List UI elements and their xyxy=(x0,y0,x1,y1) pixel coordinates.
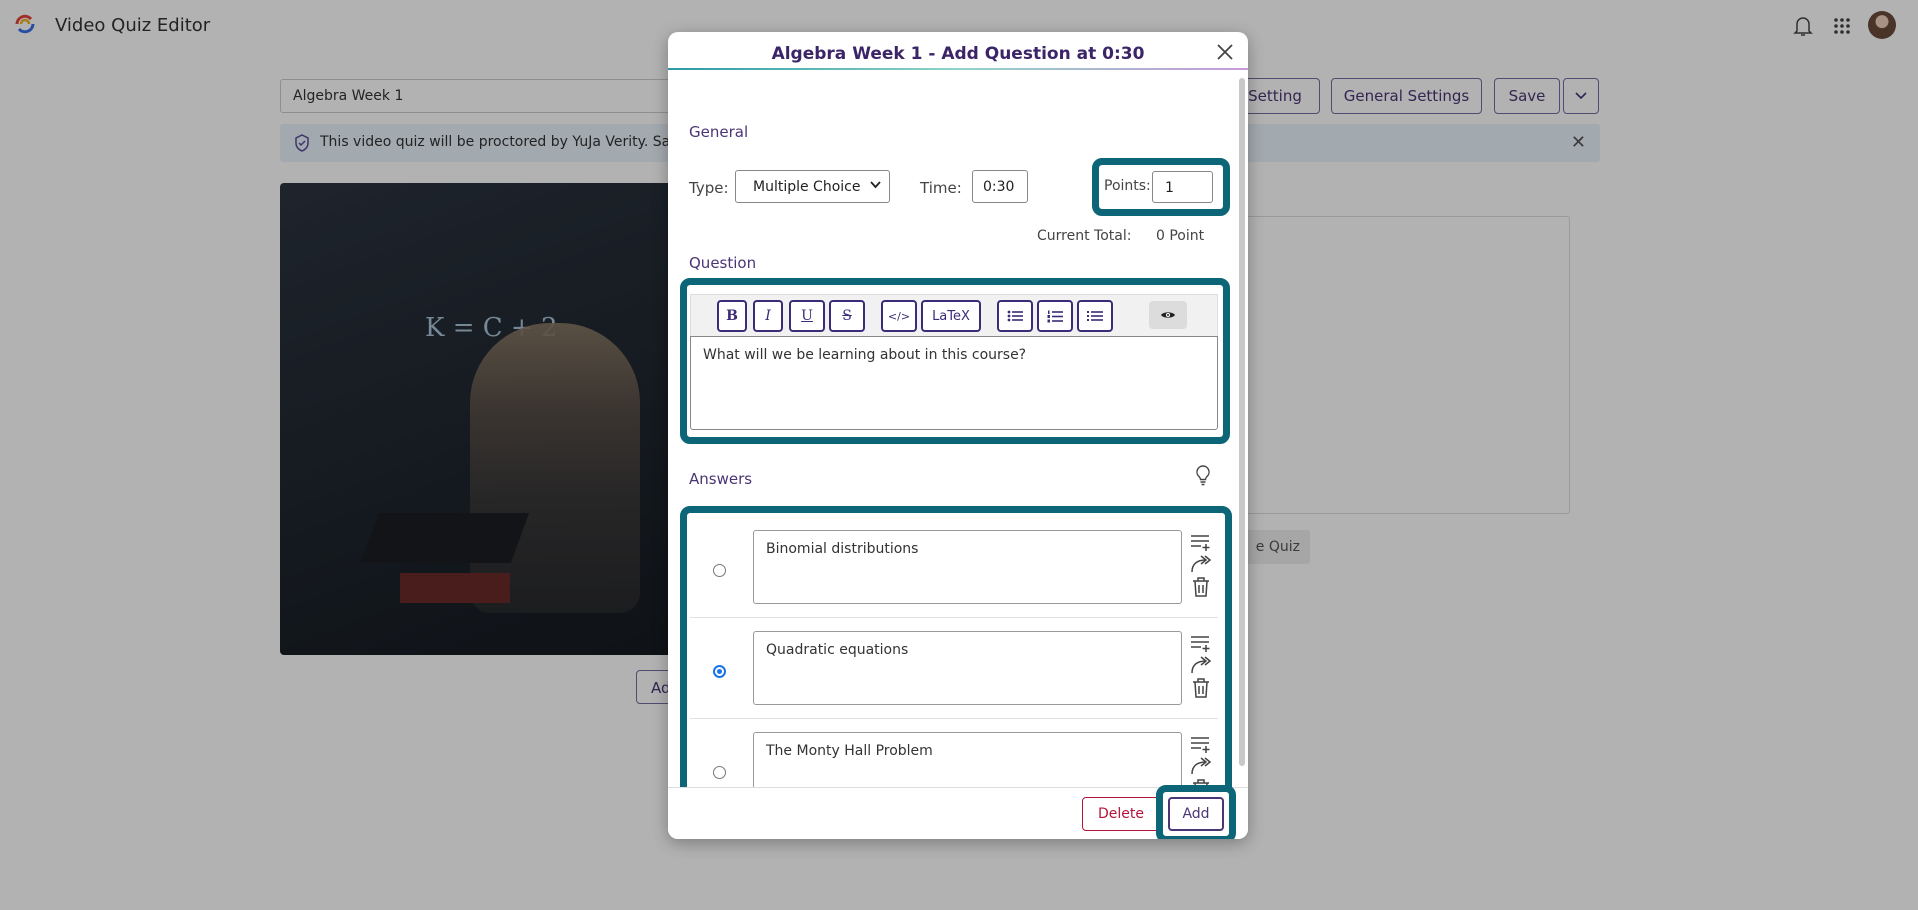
add-answer-below-icon[interactable] xyxy=(1190,736,1212,754)
answer-text-field[interactable]: Binomial distributions xyxy=(753,530,1182,604)
bullet-list-button[interactable] xyxy=(997,300,1033,332)
close-icon[interactable] xyxy=(1214,41,1236,63)
italic-button[interactable]: I xyxy=(753,300,783,332)
answer-row: Binomial distributions xyxy=(690,518,1218,618)
answer-row: Quadratic equations xyxy=(690,619,1218,719)
list-icon xyxy=(1087,311,1103,321)
lightbulb-icon[interactable] xyxy=(1193,464,1213,490)
trash-icon[interactable] xyxy=(1190,576,1212,598)
points-label: Points: xyxy=(1104,178,1151,194)
editor-toolbar: B I U S </> LaTeX xyxy=(690,294,1218,336)
dialog-footer: Delete Add xyxy=(668,785,1248,839)
type-label: Type: xyxy=(689,179,729,197)
add-button[interactable]: Add xyxy=(1168,797,1224,831)
answer-radio-selected[interactable] xyxy=(713,665,726,678)
time-label: Time: xyxy=(920,179,962,197)
answer-radio[interactable] xyxy=(713,766,726,779)
chevron-down-icon xyxy=(870,178,881,192)
move-answer-icon[interactable] xyxy=(1190,655,1212,675)
answer-radio[interactable] xyxy=(713,564,726,577)
time-input[interactable]: 0:30 xyxy=(972,170,1028,203)
delete-button[interactable]: Delete xyxy=(1082,797,1160,831)
numbered-list-icon xyxy=(1047,310,1063,322)
dialog-header: Algebra Week 1 - Add Question at 0:30 xyxy=(668,32,1248,70)
current-total-label: Current Total: xyxy=(1037,228,1132,244)
answer-text-field[interactable]: Quadratic equations xyxy=(753,631,1182,705)
points-input[interactable]: 1 xyxy=(1152,171,1213,203)
add-answer-below-icon[interactable] xyxy=(1190,635,1212,653)
answers-section-label: Answers xyxy=(689,470,753,488)
question-type-select[interactable]: Multiple Choice xyxy=(735,170,890,203)
move-answer-icon[interactable] xyxy=(1190,554,1212,574)
question-section-label: Question xyxy=(689,254,757,272)
numbered-list-button[interactable] xyxy=(1037,300,1073,332)
dialog-title: Algebra Week 1 - Add Question at 0:30 xyxy=(771,44,1145,64)
move-answer-icon[interactable] xyxy=(1190,756,1212,776)
bullet-list-icon xyxy=(1007,310,1023,322)
dialog-scrollbar[interactable] xyxy=(1239,78,1245,766)
question-text-area[interactable]: What will we be learning about in this c… xyxy=(690,336,1218,430)
strikethrough-button[interactable]: S xyxy=(829,300,865,332)
justify-button[interactable] xyxy=(1077,300,1113,332)
eye-icon xyxy=(1161,312,1175,318)
underline-button[interactable]: U xyxy=(789,300,825,332)
add-answer-below-icon[interactable] xyxy=(1190,534,1212,552)
bold-button[interactable]: B xyxy=(717,300,747,332)
general-section-label: General xyxy=(689,123,749,141)
trash-icon[interactable] xyxy=(1190,677,1212,699)
dialog-body: General Type: Multiple Choice Time: 0:30… xyxy=(668,72,1238,819)
latex-button[interactable]: LaTeX xyxy=(921,300,981,332)
question-type-value: Multiple Choice xyxy=(753,179,861,195)
add-question-dialog: Algebra Week 1 - Add Question at 0:30 Ge… xyxy=(668,32,1248,839)
current-total-value: 0 Point xyxy=(1156,228,1205,244)
code-button[interactable]: </> xyxy=(881,300,917,332)
preview-button[interactable] xyxy=(1149,301,1187,329)
